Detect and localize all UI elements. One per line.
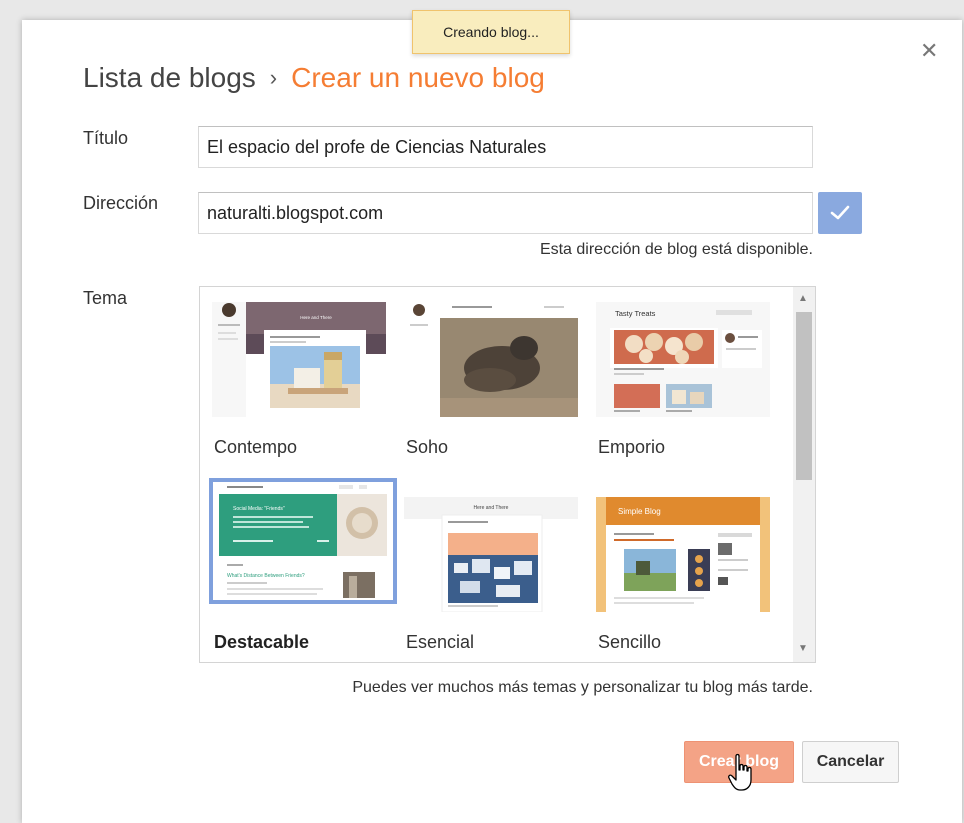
destacable-thumb-heading: Social Media: "Friends" bbox=[233, 506, 285, 512]
address-label: Dirección bbox=[83, 193, 159, 213]
theme-option-emporio[interactable]: Tasty Treats Emporio bbox=[584, 287, 770, 471]
theme-name: Esencial bbox=[406, 632, 475, 652]
esencial-thumb-title: Here and There bbox=[474, 505, 509, 511]
checkmark-icon bbox=[830, 205, 850, 220]
breadcrumb: Lista de blogs › Crear un nuevo blog bbox=[83, 62, 545, 94]
page-title: Crear un nuevo blog bbox=[291, 62, 545, 93]
theme-name: Sencillo bbox=[598, 632, 662, 652]
theme-thumbnail-soho bbox=[404, 302, 578, 417]
address-check-button[interactable] bbox=[818, 192, 862, 234]
cancel-button[interactable]: Cancelar bbox=[802, 741, 899, 783]
breadcrumb-blog-list[interactable]: Lista de blogs bbox=[83, 62, 256, 93]
theme-name: Soho bbox=[406, 437, 449, 457]
theme-thumbnail-destacable: Social Media: "Friends" What's Distance … bbox=[209, 478, 397, 604]
destacable-thumb-post: What's Distance Between Friends? bbox=[227, 573, 305, 579]
title-label: Título bbox=[83, 128, 129, 148]
theme-thumbnail-contempo: Here and There bbox=[212, 302, 386, 417]
address-input[interactable]: naturalti.blogspot.com bbox=[198, 192, 813, 234]
theme-option-sencillo[interactable]: Simple Blog Sencillo bbox=[584, 482, 770, 662]
close-icon[interactable]: ✕ bbox=[920, 38, 938, 64]
theme-name: Destacable bbox=[214, 632, 310, 652]
theme-label: Tema bbox=[83, 288, 128, 308]
theme-name: Emporio bbox=[598, 437, 666, 457]
theme-hint-text: Puedes ver muchos más temas y personaliz… bbox=[352, 679, 813, 696]
theme-name: Contempo bbox=[214, 437, 298, 457]
theme-option-destacable[interactable]: Social Media: "Friends" What's Distance … bbox=[200, 478, 397, 662]
theme-option-soho[interactable]: Soho bbox=[392, 287, 578, 471]
theme-option-esencial[interactable]: Here and There Esencial bbox=[392, 482, 578, 662]
scrollbar-thumb[interactable] bbox=[796, 312, 812, 480]
title-input[interactable]: El espacio del profe de Ciencias Natural… bbox=[198, 126, 813, 168]
breadcrumb-separator-icon: › bbox=[269, 65, 278, 90]
theme-gallery: Here and There Contempo Soho Tasty Treat… bbox=[199, 286, 816, 663]
emporio-thumb-title: Tasty Treats bbox=[615, 309, 656, 318]
sencillo-thumb-title: Simple Blog bbox=[618, 507, 661, 516]
theme-thumbnail-sencillo: Simple Blog bbox=[596, 497, 770, 612]
address-availability-text: Esta dirección de blog está disponible. bbox=[539, 241, 813, 258]
theme-option-contempo[interactable]: Here and There Contempo bbox=[200, 287, 386, 471]
contempo-thumb-title: Here and There bbox=[300, 315, 332, 320]
scroll-down-icon[interactable]: ▼ bbox=[798, 643, 808, 654]
theme-thumbnail-emporio: Tasty Treats bbox=[596, 302, 770, 417]
scroll-up-icon[interactable]: ▲ bbox=[798, 293, 808, 304]
theme-thumbnail-esencial: Here and There bbox=[404, 497, 578, 612]
hand-pointer-icon bbox=[728, 753, 752, 791]
theme-scrollbar[interactable]: ▲ ▼ bbox=[793, 287, 815, 662]
status-toast: Creando blog... bbox=[412, 10, 570, 54]
